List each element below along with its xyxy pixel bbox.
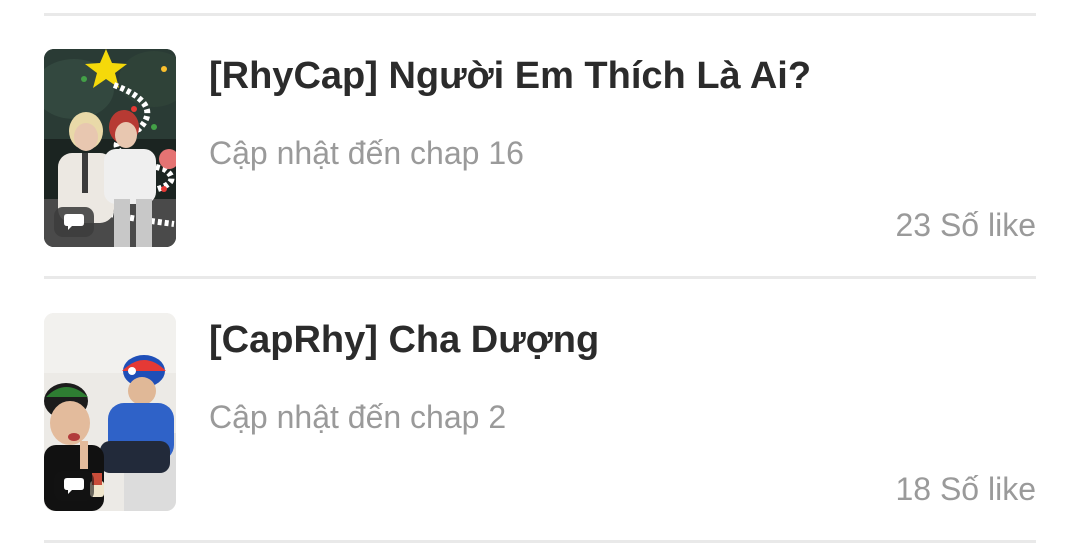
story-title[interactable]: [CapRhy] Cha Dượng bbox=[209, 319, 599, 362]
list-divider bbox=[44, 276, 1036, 279]
story-cover-image-1[interactable] bbox=[44, 49, 176, 247]
comment-bubble-icon bbox=[54, 207, 94, 237]
list-divider-top bbox=[44, 13, 1036, 16]
story-cover-image-2[interactable] bbox=[44, 313, 176, 511]
story-like-count: 18 Số like bbox=[895, 471, 1036, 507]
story-update-status: Cập nhật đến chap 16 bbox=[209, 135, 524, 171]
list-divider-bottom bbox=[44, 540, 1036, 543]
story-list-item-2[interactable]: [CapRhy] Cha Dượng Cập nhật đến chap 2 1… bbox=[44, 313, 1036, 511]
story-update-status: Cập nhật đến chap 2 bbox=[209, 399, 507, 435]
story-list-item-1[interactable]: [RhyCap] Người Em Thích Là Ai? Cập nhật … bbox=[44, 49, 1036, 247]
story-like-count: 23 Số like bbox=[895, 207, 1036, 243]
comment-bubble-icon bbox=[54, 471, 94, 501]
story-title[interactable]: [RhyCap] Người Em Thích Là Ai? bbox=[209, 55, 811, 98]
